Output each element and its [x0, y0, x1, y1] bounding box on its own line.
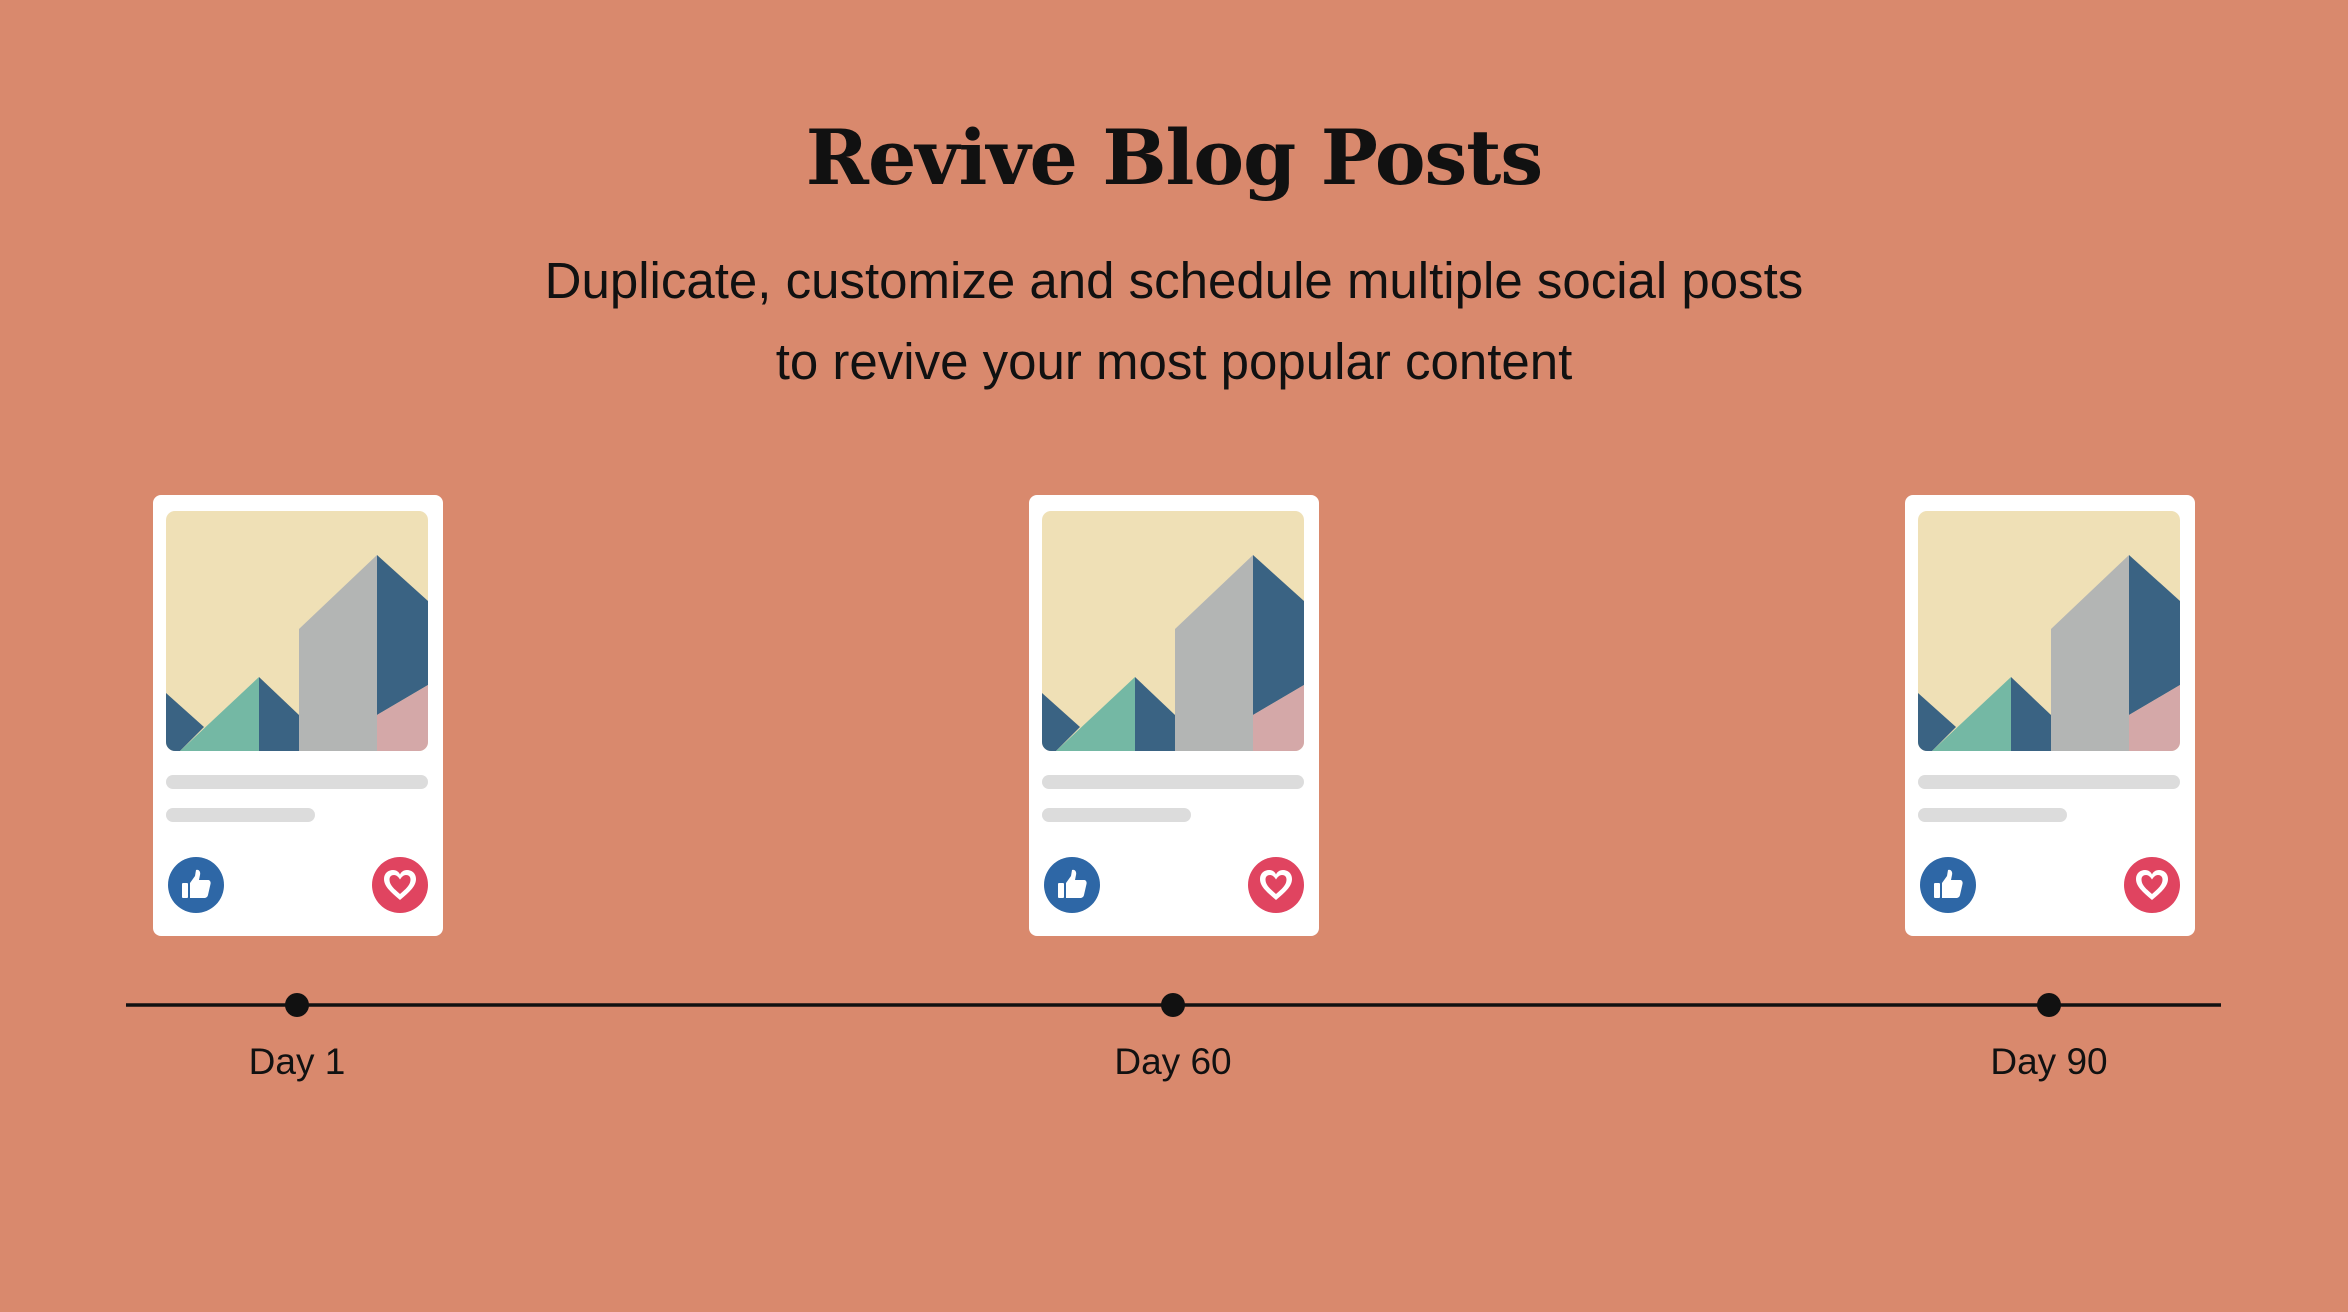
timeline — [126, 993, 2221, 1017]
timeline-marker — [2037, 993, 2061, 1017]
timeline-label: Day 90 — [1990, 1041, 2108, 1082]
timeline-marker — [285, 993, 309, 1017]
timeline-marker — [1161, 993, 1185, 1017]
timeline-label: Day 60 — [1114, 1041, 1232, 1082]
timeline-label: Day 1 — [248, 1041, 346, 1082]
